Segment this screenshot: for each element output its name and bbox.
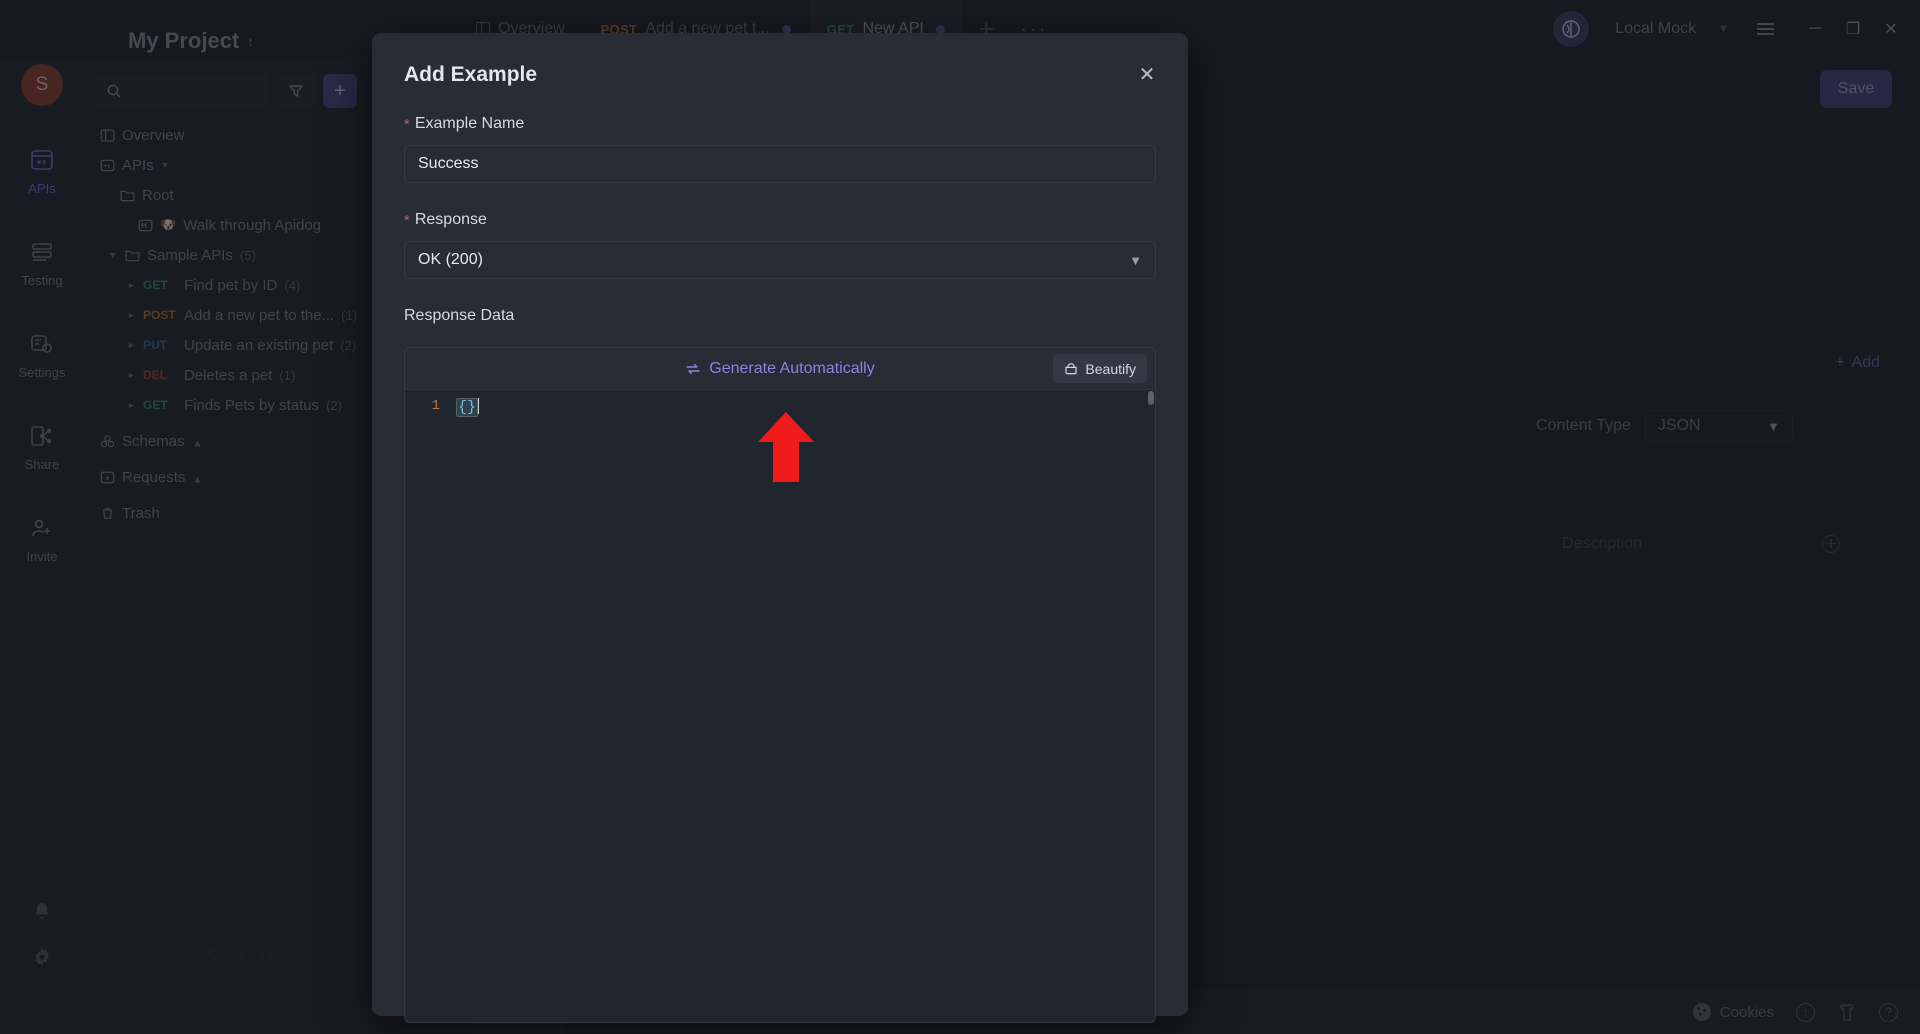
close-dialog-button[interactable]: ✕ <box>1132 59 1162 89</box>
annotation-arrow-icon <box>758 412 814 482</box>
editor-area[interactable]: 1 {} <box>405 390 1155 1022</box>
editor-gutter: 1 <box>431 398 440 414</box>
response-select[interactable]: OK (200) ▼ <box>404 241 1156 279</box>
generate-label: Generate Automatically <box>709 359 875 377</box>
example-name-label: * Example Name <box>404 115 1156 134</box>
response-data-label: Response Data <box>404 307 1156 325</box>
generate-automatically-link[interactable]: Generate Automatically <box>685 359 875 378</box>
dialog-body: * Example Name Success * Response OK (20… <box>372 87 1188 1023</box>
beautify-button[interactable]: Beautify <box>1053 354 1147 383</box>
response-label-text: Response <box>414 211 487 228</box>
example-name-input[interactable]: Success <box>404 145 1156 183</box>
dialog-title: Add Example <box>404 63 538 86</box>
editor-scrollbar[interactable] <box>1148 391 1154 405</box>
dialog-footer: Cancel OK <box>372 1023 1188 1034</box>
response-data-label-text: Response Data <box>404 307 515 324</box>
response-label: * Response <box>404 211 1156 230</box>
beautify-label: Beautify <box>1085 360 1136 377</box>
chevron-down-icon: ▼ <box>1129 252 1142 268</box>
editor-code-text: {} <box>455 398 479 417</box>
required-asterisk-icon: * <box>404 212 410 229</box>
beautify-icon <box>1065 363 1078 375</box>
editor-code[interactable]: {} <box>449 390 1155 1022</box>
add-example-dialog: Add Example ✕ * Example Name Success * R… <box>372 33 1188 1023</box>
response-value: OK (200) <box>418 251 483 268</box>
example-name-value: Success <box>418 155 479 172</box>
text-caret <box>478 398 480 414</box>
required-asterisk-icon: * <box>404 116 410 133</box>
generate-icon <box>686 363 700 374</box>
example-name-label-text: Example Name <box>414 115 525 132</box>
editor-toolbar: Generate Automatically Beautify <box>405 348 1155 390</box>
dialog-header: Add Example ✕ <box>372 33 1188 87</box>
